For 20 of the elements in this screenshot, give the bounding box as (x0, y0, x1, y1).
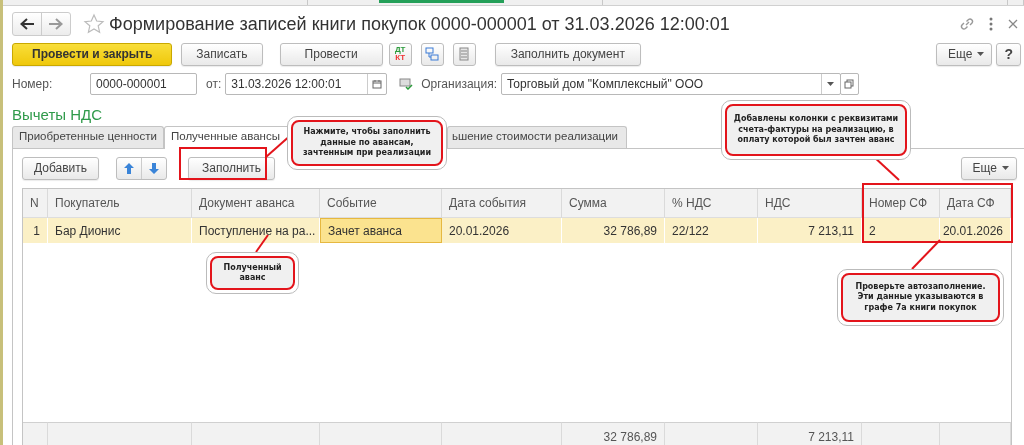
table-cell: 32 786,89 (562, 218, 665, 243)
table-cell: 20.01.2026 (940, 218, 1011, 243)
table-cell: Зачет аванса (320, 218, 442, 243)
table-cell: 1 (23, 218, 48, 243)
table-cell: 20.01.2026 (442, 218, 562, 243)
table-cell: Бар Дионис (48, 218, 192, 243)
callout-text: Полученный аванс (222, 262, 283, 284)
callout-text: Проверьте автозаполнение. Эти данные указываются в графе 7а книги покупок (854, 281, 987, 314)
callout-text: Добавлены колонки с реквизитами счета-фактуры на реализацию, в оплату которой был зачтен аванс (733, 114, 899, 146)
footer-cell: 7 213,11 (758, 422, 862, 445)
section-title: Вычеты НДС (12, 106, 103, 123)
field-label: Организация: (421, 77, 497, 91)
field-label: от: (206, 77, 222, 91)
callout-text: Нажмите, чтобы заполнить данные по авансам, зачтенным при реализации (301, 127, 433, 159)
field-label: Номер: (12, 77, 54, 91)
table-cell: 7 213,11 (758, 218, 862, 243)
window-title: Формирование записей книги покупок 0000-000001 от 31.03.2026 12:00:01 (109, 13, 730, 35)
table-cell: Поступление на ра... (192, 218, 320, 243)
footer-cell: 32 786,89 (562, 422, 665, 445)
table-cell: 22/122 (665, 218, 758, 243)
